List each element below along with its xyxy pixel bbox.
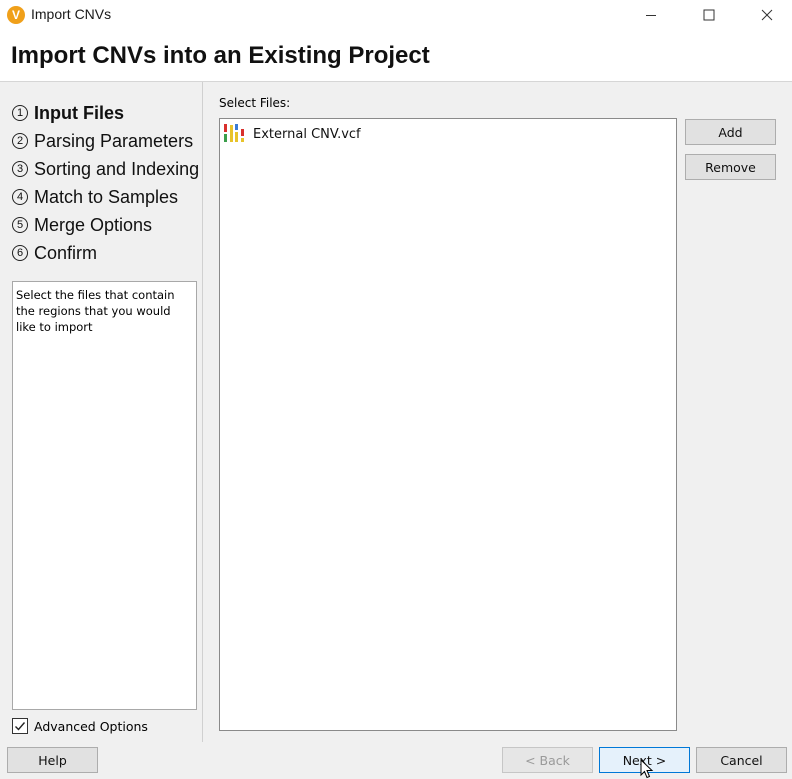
- step-number: 4: [12, 189, 28, 205]
- step-label: Match to Samples: [34, 186, 179, 207]
- list-item[interactable]: External CNV.vcf: [223, 123, 361, 145]
- back-button[interactable]: < Back: [502, 747, 593, 773]
- title-bar: V Import CNVs: [0, 0, 792, 30]
- step-description: Select the files that contain the region…: [12, 281, 197, 710]
- wizard-steps: 1 Input Files 2 Parsing Parameters 3 Sor…: [12, 99, 204, 267]
- step-label: Parsing Parameters: [34, 130, 194, 151]
- vcf-file-icon: [224, 124, 244, 142]
- panel-divider: [202, 82, 203, 742]
- step-match-to-samples: 4 Match to Samples: [12, 183, 204, 211]
- step-input-files: 1 Input Files: [12, 99, 204, 127]
- wizard-header: Import CNVs into an Existing Project: [0, 30, 792, 82]
- advanced-options-checkbox[interactable]: Advanced Options: [12, 718, 148, 734]
- checkmark-icon: [15, 722, 26, 731]
- maximize-icon: [703, 9, 715, 21]
- step-merge-options: 5 Merge Options: [12, 211, 204, 239]
- select-files-label: Select Files:: [219, 96, 291, 110]
- file-name: External CNV.vcf: [253, 126, 361, 142]
- add-button[interactable]: Add: [685, 119, 776, 145]
- window-title: Import CNVs: [31, 6, 112, 22]
- cancel-button[interactable]: Cancel: [696, 747, 787, 773]
- app-logo-icon: V: [7, 6, 25, 24]
- step-label: Confirm: [34, 242, 98, 263]
- step-label: Merge Options: [34, 214, 153, 235]
- help-button[interactable]: Help: [7, 747, 98, 773]
- page-title: Import CNVs into an Existing Project: [11, 42, 430, 69]
- step-label: Input Files: [34, 102, 124, 123]
- step-label: Sorting and Indexing: [34, 158, 200, 179]
- step-number: 2: [12, 133, 28, 149]
- minimize-icon: [646, 15, 656, 16]
- step-number: 6: [12, 245, 28, 261]
- close-icon: [761, 9, 773, 21]
- maximize-button[interactable]: [686, 0, 732, 30]
- remove-button[interactable]: Remove: [685, 154, 776, 180]
- close-button[interactable]: [744, 0, 790, 30]
- step-parsing-parameters: 2 Parsing Parameters: [12, 127, 204, 155]
- advanced-options-label: Advanced Options: [34, 718, 148, 734]
- file-list[interactable]: External CNV.vcf: [219, 118, 677, 731]
- minimize-button[interactable]: [628, 0, 674, 30]
- step-number: 3: [12, 161, 28, 177]
- step-number: 1: [12, 105, 28, 121]
- step-sorting-and-indexing: 3 Sorting and Indexing: [12, 155, 204, 183]
- mouse-pointer-icon: [640, 759, 654, 779]
- step-number: 5: [12, 217, 28, 233]
- step-confirm: 6 Confirm: [12, 239, 204, 267]
- checkbox[interactable]: [12, 718, 28, 734]
